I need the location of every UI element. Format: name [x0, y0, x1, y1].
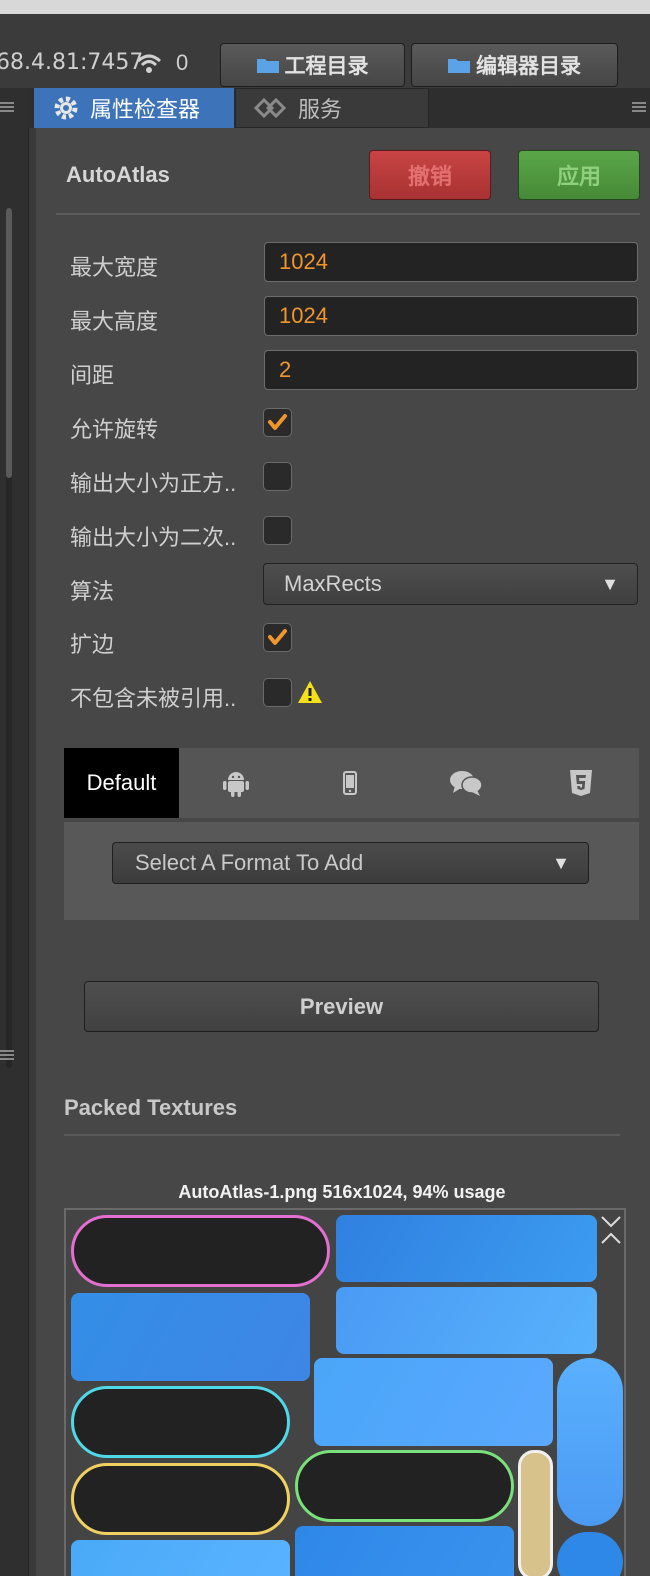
folder-icon [256, 59, 279, 73]
packed-textures-heading: Packed Textures [64, 1095, 238, 1120]
apply-button[interactable]: 应用 [518, 150, 640, 200]
sprite-yellow-outline [71, 1463, 290, 1535]
editor-dir-label: 编辑器目录 [476, 55, 581, 78]
divider [56, 213, 640, 215]
tab-wechat[interactable] [426, 748, 506, 818]
html5-icon [570, 770, 592, 796]
gear-icon [54, 96, 78, 120]
open-editor-dir-button[interactable]: 编辑器目录 [411, 43, 618, 87]
algorithm-value: MaxRects [284, 571, 382, 596]
android-icon [223, 772, 249, 797]
divider [64, 1134, 620, 1136]
server-address: 68.4.81:7457 [0, 50, 144, 75]
scrollbar-thumb[interactable] [6, 208, 12, 478]
mobile-icon [343, 771, 357, 795]
platform-tabs: Default [64, 748, 639, 818]
tab-label: 服务 [298, 97, 343, 122]
left-panel [0, 88, 29, 1576]
padding-input[interactable]: 2 [264, 350, 638, 390]
max-height-label: 最大高度 [70, 309, 159, 334]
wifi-icon [136, 54, 162, 73]
tab-label: 属性检查器 [90, 97, 201, 122]
filter-unused-label: 不包含未被引用.. [70, 686, 237, 711]
open-project-dir-button[interactable]: 工程目录 [220, 43, 405, 87]
format-select-label: Select A Format To Add [135, 850, 364, 875]
power-of-two-checkbox[interactable] [263, 516, 292, 545]
allow-rotation-label: 允许旋转 [70, 417, 159, 442]
sprite-blue-vertical [557, 1358, 623, 1526]
format-select[interactable]: Select A Format To Add ▼ [112, 842, 589, 884]
algorithm-label: 算法 [70, 579, 115, 604]
menu-icon[interactable] [0, 1050, 14, 1060]
sprite-tan-vertical [518, 1450, 553, 1576]
checkmark-icon [268, 414, 287, 430]
toolbar: 68.4.81:7457 0 工程目录 编辑器目录 [0, 14, 650, 89]
menu-icon[interactable] [0, 102, 14, 112]
padding-label: 间距 [70, 363, 115, 388]
sprite-blue [336, 1287, 597, 1354]
max-height-input[interactable]: 1024 [264, 296, 638, 336]
tab-android[interactable] [196, 748, 276, 818]
preview-button[interactable]: Preview [84, 981, 599, 1032]
folder-icon [448, 59, 470, 73]
max-width-input[interactable]: 1024 [264, 242, 638, 282]
page-title: AutoAtlas [66, 162, 170, 187]
filter-unused-checkbox[interactable] [263, 678, 292, 707]
chat-icon [450, 771, 482, 796]
revert-button[interactable]: 撤销 [369, 150, 491, 200]
sprite-cyan-outline [71, 1386, 290, 1458]
tab-services[interactable]: 服务 [235, 88, 429, 128]
panel-tab-bar: 属性检查器 服务 [28, 88, 650, 128]
tab-default[interactable]: Default [64, 748, 179, 818]
power-of-two-label: 输出大小为二次.. [70, 525, 237, 550]
bleeding-checkbox[interactable] [263, 623, 292, 652]
dropdown-arrow-icon: ▼ [601, 574, 619, 594]
sprite-blue-circle [557, 1532, 623, 1576]
tab-inspector[interactable]: 属性检查器 [34, 88, 234, 128]
sprite-blue [71, 1293, 310, 1381]
max-width-label: 最大宽度 [70, 255, 159, 280]
sprite-blue [71, 1540, 290, 1576]
atlas-preview-image [64, 1208, 626, 1576]
sprite-blue [314, 1358, 553, 1446]
bleeding-label: 扩边 [70, 632, 115, 657]
checkmark-icon [268, 629, 287, 645]
collapse-icon[interactable] [600, 1215, 622, 1245]
force-squared-label: 输出大小为正方.. [70, 471, 237, 496]
link-icon [254, 97, 287, 119]
tab-mobile[interactable] [310, 748, 390, 818]
menu-icon[interactable] [632, 102, 646, 112]
warning-icon [298, 681, 322, 703]
force-squared-checkbox[interactable] [263, 462, 292, 491]
dropdown-arrow-icon: ▼ [552, 853, 570, 873]
atlas-caption: AutoAtlas-1.png 516x1024, 94% usage [178, 1182, 506, 1202]
sprite-pink-outline [71, 1215, 330, 1287]
project-dir-label: 工程目录 [284, 55, 369, 78]
device-count: 0 [176, 50, 189, 75]
window-top-strip [0, 0, 650, 14]
allow-rotation-checkbox[interactable] [263, 408, 292, 437]
algorithm-select[interactable]: MaxRects ▼ [263, 563, 638, 605]
sprite-blue [336, 1215, 597, 1282]
sprite-green-outline [295, 1450, 514, 1522]
tab-html5[interactable] [541, 748, 621, 818]
sprite-blue [295, 1526, 514, 1576]
